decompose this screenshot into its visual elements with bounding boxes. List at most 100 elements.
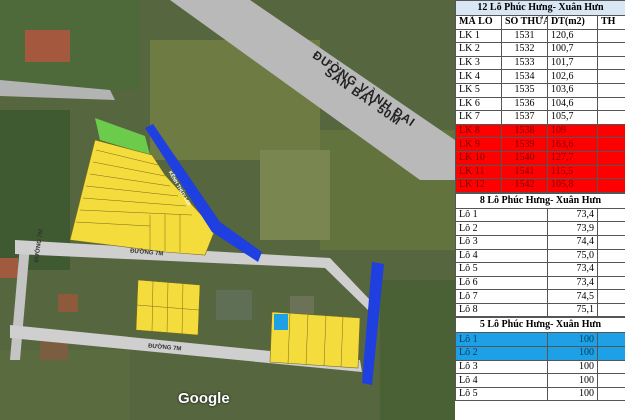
column-header-area: DT(m2) (547, 15, 598, 30)
table-row[interactable]: Lô 8 75,1 (455, 302, 625, 318)
table-title: 12 Lô Phúc Hưng- Xuân Hưn (455, 0, 625, 16)
status-cell (597, 332, 625, 348)
parcel-number: 1533 (501, 55, 548, 71)
table-row[interactable]: Lô 3 74,4 (455, 234, 625, 250)
status-cell (597, 207, 625, 223)
table-title: 5 Lô Phúc Hưng- Xuân Hưn (455, 317, 625, 334)
lot-area: 100 (547, 332, 598, 348)
table-row[interactable]: Lô 2 100 (455, 346, 625, 361)
parcel-number: 1538 (501, 123, 548, 139)
lot-area: 100 (547, 359, 598, 375)
lot-code: LK 4 (455, 69, 502, 84)
status-cell (597, 386, 625, 402)
column-header-parcel: SỐ THỬA (501, 15, 548, 30)
table-row[interactable]: LK 6 1536 104,6 (455, 96, 625, 112)
parcel-number: 1541 (501, 164, 548, 180)
lot-area: 105,7 (547, 110, 598, 125)
table-row[interactable]: LK 4 1534 102,6 (455, 69, 625, 84)
status-cell (596, 82, 625, 98)
status-cell (596, 137, 625, 152)
lot-area: 105,8 (547, 178, 598, 193)
house-roof (58, 294, 78, 312)
table-row[interactable]: Lô 3 100 (455, 359, 625, 375)
table-row[interactable]: LK 7 1537 105,7 (455, 110, 625, 125)
lot-code: Lô 1 (455, 332, 548, 348)
lot-code: Lô 2 (455, 221, 548, 236)
table-row[interactable]: LK 12 1542 105,8 (455, 178, 625, 193)
lot-code: Lô 4 (455, 373, 548, 388)
status-cell (597, 346, 625, 361)
status-cell (597, 359, 625, 375)
lot-code: LK 9 (455, 137, 502, 152)
satellite-map[interactable]: ĐƯỜNG VÀNH ĐAI SÂN BAY 50M KÊNH THỦY LỢI… (0, 0, 455, 420)
status-cell (596, 178, 625, 193)
status-cell (596, 69, 625, 84)
table-row[interactable]: Lô 5 73,4 (455, 262, 625, 277)
lot-code: LK 6 (455, 96, 502, 112)
table-row[interactable]: Lô 2 73,9 (455, 221, 625, 236)
lot-area: 74,4 (547, 234, 598, 250)
parcel-number: 1540 (501, 150, 548, 166)
status-cell (597, 275, 625, 291)
lot-code: Lô 4 (455, 248, 548, 264)
table-row[interactable]: LK 8 1538 109 (455, 123, 625, 139)
table-row[interactable]: LK 10 1540 127,7 (455, 150, 625, 166)
lot-area: 101,7 (547, 55, 598, 71)
lot-area: 100,7 (547, 42, 598, 57)
lot-code: Lô 5 (455, 262, 548, 277)
lot-code: Lô 8 (455, 302, 548, 318)
parcel-number: 1542 (501, 178, 548, 193)
status-cell (597, 248, 625, 264)
table-row[interactable]: Lô 4 100 (455, 373, 625, 388)
lot-area: 73,4 (547, 262, 598, 277)
table-row[interactable]: Lô 1 100 (455, 332, 625, 348)
table-row[interactable]: LK 9 1539 163,6 (455, 137, 625, 152)
status-cell (596, 42, 625, 57)
table-row[interactable]: LK 11 1541 115,5 (455, 164, 625, 180)
lot-area: 73,4 (547, 275, 598, 291)
lot-code: LK 11 (455, 164, 502, 180)
table-row[interactable]: Lô 4 75,0 (455, 248, 625, 264)
status-cell (596, 164, 625, 180)
house-roof (216, 290, 252, 320)
status-cell (597, 262, 625, 277)
lot-code: LK 3 (455, 55, 502, 71)
table-row[interactable]: Lô 6 73,4 (455, 275, 625, 291)
status-cell (597, 234, 625, 250)
parcel-number: 1539 (501, 137, 548, 152)
status-cell (597, 289, 625, 304)
lot-area: 74,5 (547, 289, 598, 304)
parcel-number: 1536 (501, 96, 548, 112)
table-row[interactable]: Lô 1 73,4 (455, 207, 625, 223)
house-roof (25, 30, 70, 62)
lot-code: Lô 6 (455, 275, 548, 291)
lot-code: LK 10 (455, 150, 502, 166)
table-title: 8 Lô Phúc Hưng- Xuân Hưn (455, 192, 625, 209)
table-row[interactable]: Lô 7 74,5 (455, 289, 625, 304)
lot-area: 102,6 (547, 69, 598, 84)
status-cell (597, 221, 625, 236)
column-header-code: MÃ LÔ (455, 15, 502, 30)
lot-area: 109 (547, 123, 598, 139)
lot-area: 100 (547, 373, 598, 388)
lot-area: 75,1 (547, 302, 598, 318)
lot-code: Lô 1 (455, 207, 548, 223)
parcel-number: 1532 (501, 42, 548, 57)
lot-area: 103,6 (547, 82, 598, 98)
table-row[interactable]: LK 3 1533 101,7 (455, 55, 625, 71)
table-row[interactable]: LK 2 1532 100,7 (455, 42, 625, 57)
table-row[interactable]: LK 5 1535 103,6 (455, 82, 625, 98)
lot-code: LK 8 (455, 123, 502, 139)
lot-code: Lô 3 (455, 234, 548, 250)
lot-area: 75,0 (547, 248, 598, 264)
lot-code: LK 2 (455, 42, 502, 57)
parcel-number: 1535 (501, 82, 548, 98)
table-row[interactable]: Lô 5 100 (455, 386, 625, 402)
parcel-number: 1531 (501, 28, 548, 44)
lot-code: LK 1 (455, 28, 502, 44)
google-logo: Google (178, 390, 230, 407)
house-roof (0, 258, 18, 278)
map-canvas (0, 0, 455, 420)
table-row[interactable]: LK 1 1531 120,6 (455, 28, 625, 44)
status-cell (596, 150, 625, 166)
